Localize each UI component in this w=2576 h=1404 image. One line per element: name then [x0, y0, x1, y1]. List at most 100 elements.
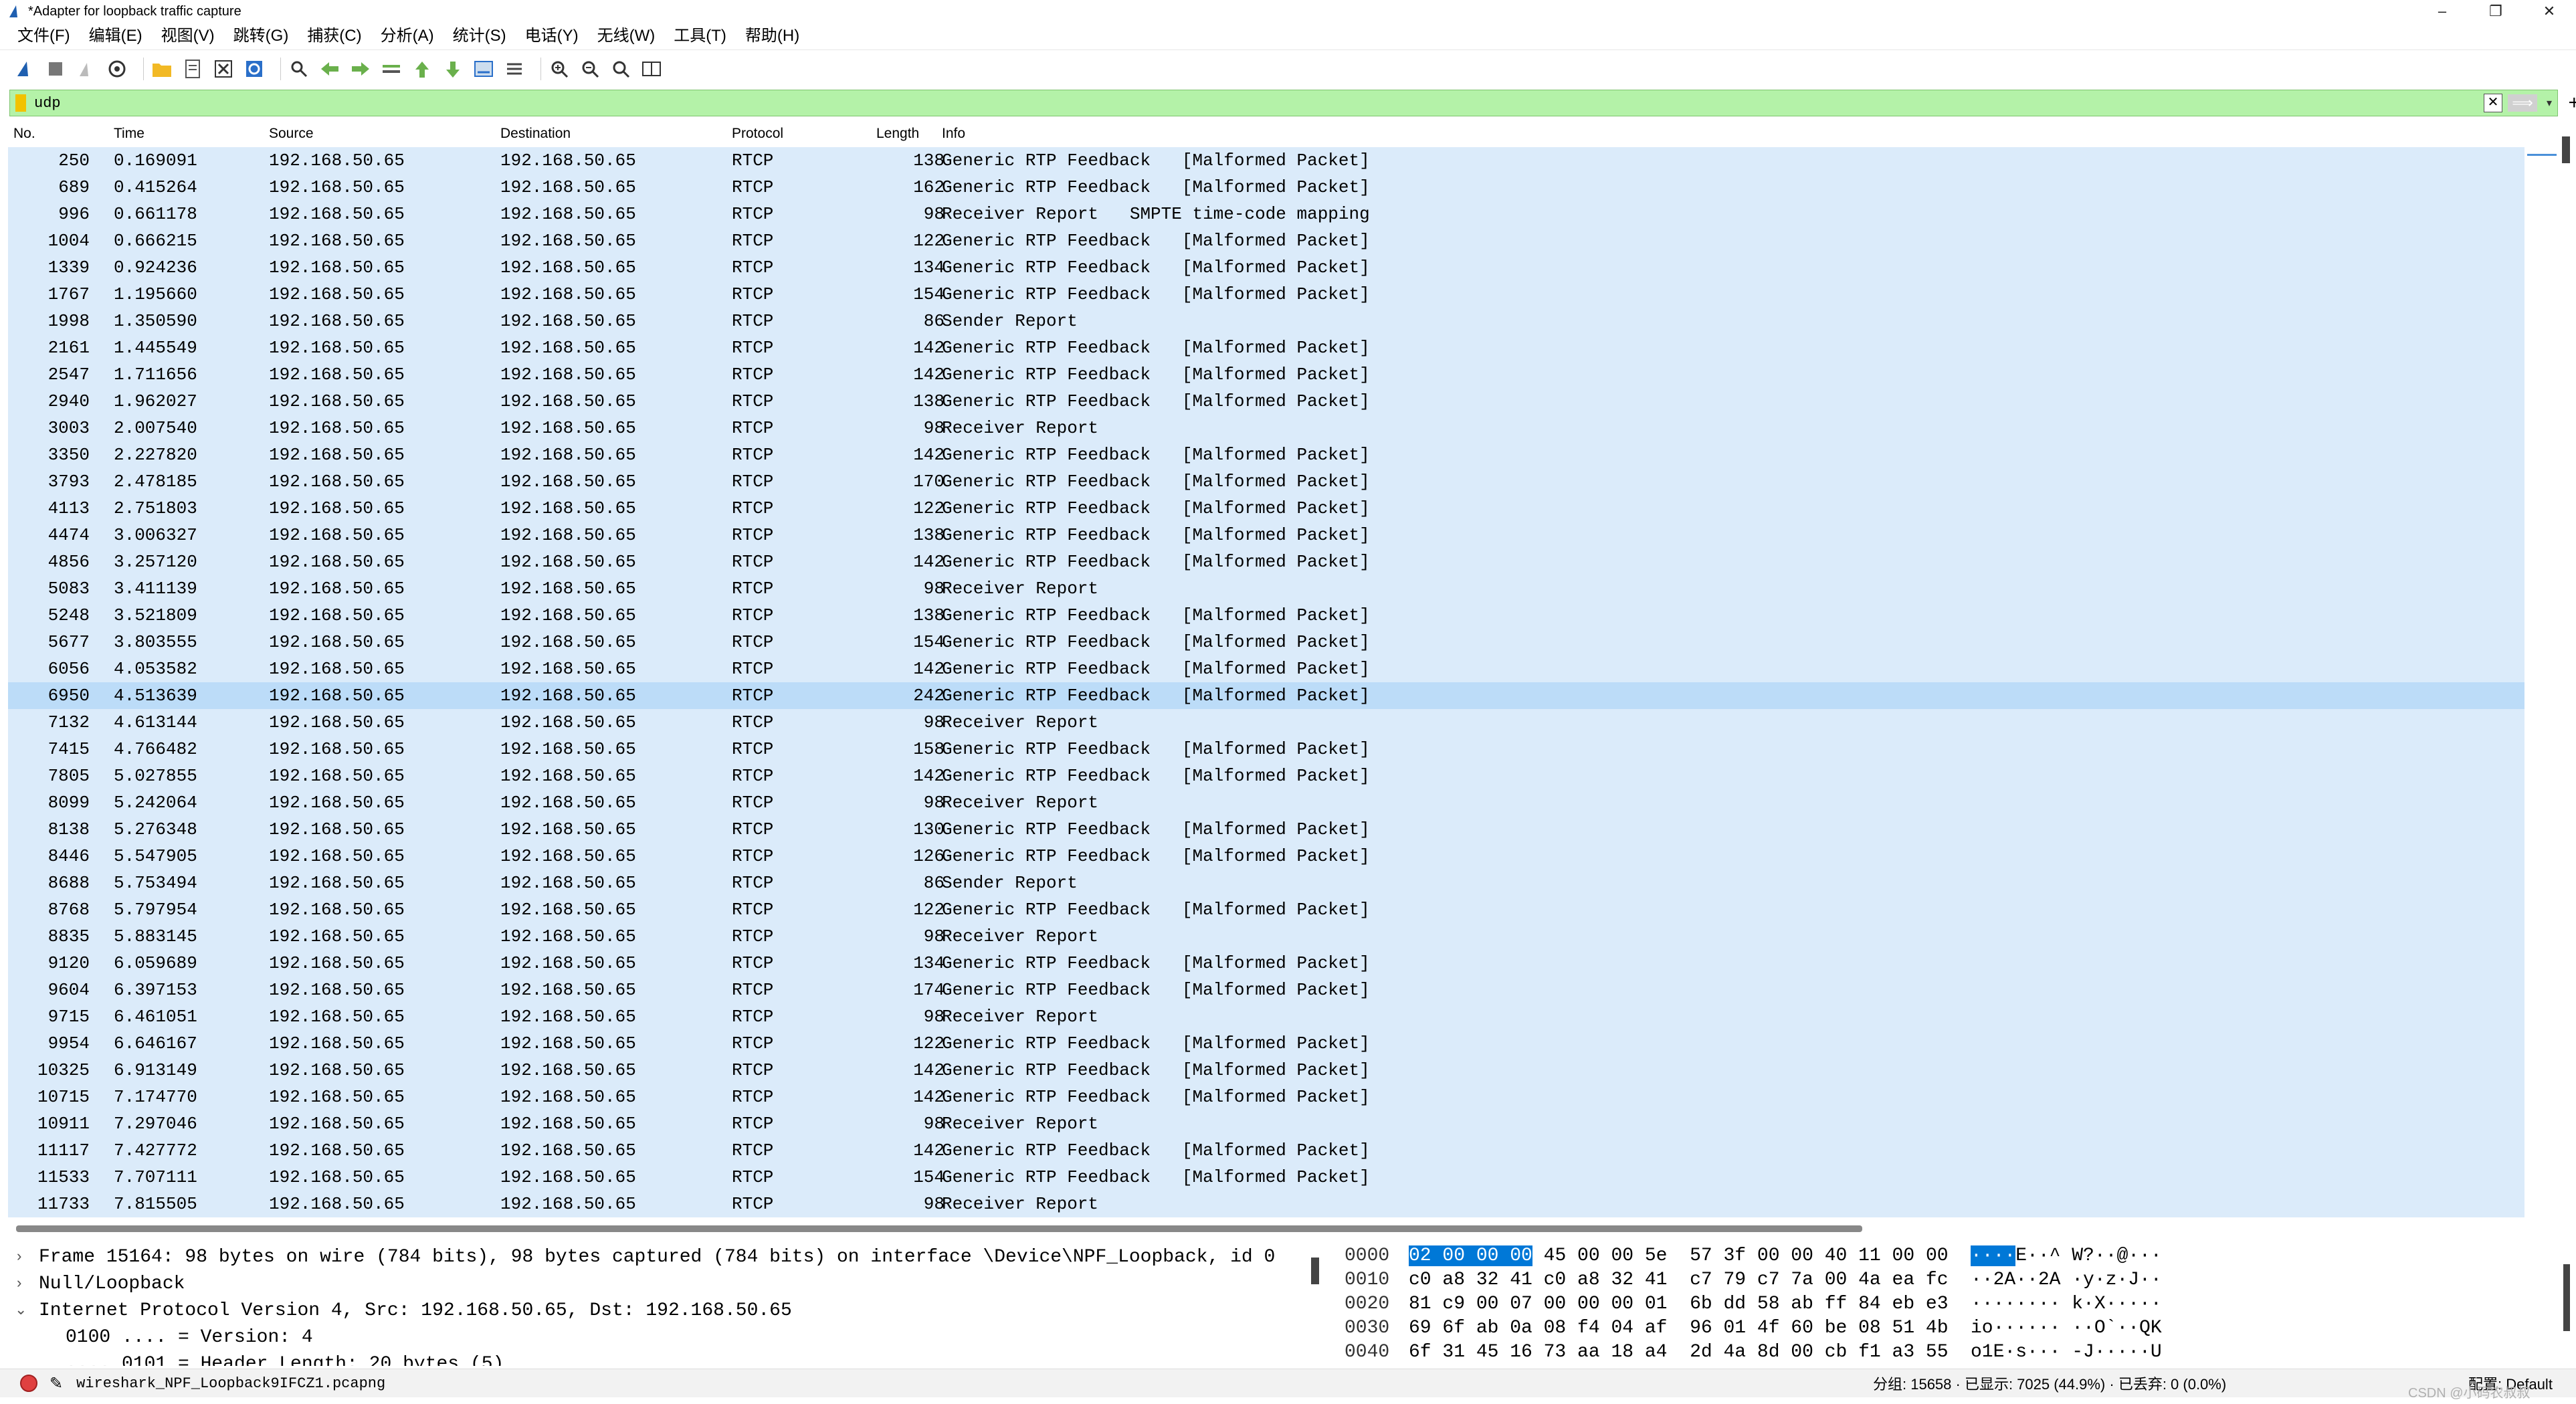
scrollbar-thumb[interactable] — [2562, 136, 2570, 163]
packet-row[interactable]: 5248 3.521809 192.168.50.65 192.168.50.65 RT… — [8, 602, 2524, 629]
go-to-packet-icon[interactable] — [380, 58, 403, 80]
packet-row[interactable]: 3003 2.007540 192.168.50.65 192.168.50.65 RT… — [8, 415, 2524, 441]
packet-row[interactable]: 7805 5.027855 192.168.50.65 192.168.50.65 RT… — [8, 763, 2524, 789]
packet-row[interactable]: 10911 7.297046 192.168.50.65 192.168.50.65 R… — [8, 1110, 2524, 1137]
expand-chevron-icon[interactable]: › — [15, 1271, 23, 1298]
go-back-icon[interactable] — [318, 58, 341, 80]
bytes-scrollbar-thumb[interactable] — [2563, 1264, 2570, 1331]
packet-row[interactable]: 689 0.415264 192.168.50.65 192.168.50.65 RTC… — [8, 174, 2524, 201]
packet-row[interactable]: 10715 7.174770 192.168.50.65 192.168.50.65 R… — [8, 1084, 2524, 1110]
packet-row[interactable]: 8688 5.753494 192.168.50.65 192.168.50.65 RT… — [8, 870, 2524, 896]
menu-file[interactable]: 文件(F) — [0, 23, 80, 49]
close-file-icon[interactable] — [212, 58, 235, 80]
packet-row[interactable]: 4474 3.006327 192.168.50.65 192.168.50.65 RT… — [8, 522, 2524, 548]
resize-columns-icon[interactable] — [640, 58, 663, 80]
packet-row[interactable]: 1004 0.666215 192.168.50.65 192.168.50.65 RT… — [8, 227, 2524, 254]
save-file-icon[interactable] — [181, 58, 204, 80]
packet-row[interactable]: 2547 1.711656 192.168.50.65 192.168.50.65 RT… — [8, 361, 2524, 388]
packet-row[interactable]: 9604 6.397153 192.168.50.65 192.168.50.65 RT… — [8, 977, 2524, 1003]
packet-row[interactable]: 4113 2.751803 192.168.50.65 192.168.50.65 RT… — [8, 495, 2524, 522]
column-header-destination[interactable]: Destination — [500, 126, 571, 142]
packet-row[interactable]: 2940 1.962027 192.168.50.65 192.168.50.65 RT… — [8, 388, 2524, 415]
detail-tree-item[interactable]: .... 0101 = Header Length: 20 bytes (5) — [8, 1351, 1319, 1366]
packet-row[interactable]: 8138 5.276348 192.168.50.65 192.168.50.65 RT… — [8, 816, 2524, 843]
packet-row[interactable]: 11733 7.815505 192.168.50.65 192.168.50.65 R… — [8, 1191, 2524, 1217]
menu-go[interactable]: 跳转(G) — [224, 23, 298, 49]
capture-comment-icon[interactable]: ✎ — [49, 1374, 63, 1393]
packet-row[interactable]: 11117 7.427772 192.168.50.65 192.168.50.65 R… — [8, 1137, 2524, 1164]
menu-help[interactable]: 帮助(H) — [736, 23, 809, 49]
details-scrollbar-thumb[interactable] — [1311, 1258, 1319, 1284]
restart-capture-icon[interactable] — [75, 58, 98, 80]
apply-filter-button[interactable]: ⟹ — [2508, 94, 2537, 112]
expand-chevron-icon[interactable]: › — [15, 1244, 23, 1271]
minimize-button[interactable]: – — [2415, 0, 2469, 23]
packet-row[interactable]: 9954 6.646167 192.168.50.65 192.168.50.65 RT… — [8, 1030, 2524, 1057]
packet-row[interactable]: 8446 5.547905 192.168.50.65 192.168.50.65 RT… — [8, 843, 2524, 870]
column-header-time[interactable]: Time — [114, 126, 144, 142]
menu-capture[interactable]: 捕获(C) — [298, 23, 371, 49]
hex-dump-row[interactable]: 0010 c0 a8 32 41 c0 a8 32 41 c7 79 c7 7a … — [1331, 1268, 2562, 1292]
menu-edit[interactable]: 编辑(E) — [80, 23, 152, 49]
open-folder-icon[interactable] — [151, 58, 173, 80]
add-filter-button[interactable]: + — [2568, 92, 2576, 114]
packet-row[interactable]: 7415 4.766482 192.168.50.65 192.168.50.65 RT… — [8, 736, 2524, 763]
menu-wireless[interactable]: 无线(W) — [588, 23, 665, 49]
close-button[interactable]: ✕ — [2522, 0, 2576, 23]
horizontal-scrollbar[interactable] — [16, 1225, 1862, 1232]
packet-row[interactable]: 9120 6.059689 192.168.50.65 192.168.50.65 RT… — [8, 950, 2524, 977]
detail-tree-item[interactable]: › Frame 15164: 98 bytes on wire (784 bits… — [8, 1244, 1319, 1271]
go-last-icon[interactable] — [441, 58, 464, 80]
packet-row[interactable]: 5677 3.803555 192.168.50.65 192.168.50.65 RT… — [8, 629, 2524, 656]
find-packet-icon[interactable] — [288, 58, 310, 80]
packet-row[interactable]: 10325 6.913149 192.168.50.65 192.168.50.65 R… — [8, 1057, 2524, 1084]
clear-filter-button[interactable]: ✕ — [2484, 94, 2502, 112]
capture-options-icon[interactable] — [106, 58, 128, 80]
menu-view[interactable]: 视图(V) — [152, 23, 224, 49]
zoom-out-icon[interactable] — [579, 58, 601, 80]
packet-row[interactable]: 8835 5.883145 192.168.50.65 192.168.50.65 RT… — [8, 923, 2524, 950]
stop-capture-icon[interactable] — [44, 58, 67, 80]
display-filter-input[interactable] — [33, 94, 2484, 112]
filter-history-dropdown[interactable]: ▾ — [2541, 96, 2557, 110]
zoom-in-icon[interactable] — [548, 58, 571, 80]
packet-row[interactable]: 3793 2.478185 192.168.50.65 192.168.50.65 RT… — [8, 468, 2524, 495]
packet-row[interactable]: 8099 5.242064 192.168.50.65 192.168.50.65 RT… — [8, 789, 2524, 816]
menu-analyze[interactable]: 分析(A) — [371, 23, 443, 49]
colorize-icon[interactable] — [503, 58, 526, 80]
packet-list-scrollbar[interactable] — [2527, 120, 2570, 1224]
packet-row[interactable]: 11533 7.707111 192.168.50.65 192.168.50.65 R… — [8, 1164, 2524, 1191]
hex-dump-row[interactable]: 0030 69 6f ab 0a 08 f4 04 af 96 01 4f 60 … — [1331, 1316, 2562, 1340]
packet-row[interactable]: 5083 3.411139 192.168.50.65 192.168.50.65 RT… — [8, 575, 2524, 602]
detail-tree-item[interactable]: › Null/Loopback — [8, 1271, 1319, 1298]
zoom-reset-icon[interactable] — [609, 58, 632, 80]
menu-tools[interactable]: 工具(T) — [664, 23, 736, 49]
column-header-length[interactable]: Length — [876, 126, 919, 142]
packet-row[interactable]: 6950 4.513639 192.168.50.65 192.168.50.65 RT… — [8, 682, 2524, 709]
packet-row[interactable]: 3350 2.227820 192.168.50.65 192.168.50.65 RT… — [8, 441, 2524, 468]
go-forward-icon[interactable] — [349, 58, 372, 80]
detail-tree-item[interactable]: 0100 .... = Version: 4 — [8, 1324, 1319, 1351]
packet-row[interactable]: 1767 1.195660 192.168.50.65 192.168.50.65 RT… — [8, 281, 2524, 308]
menu-statistics[interactable]: 统计(S) — [443, 23, 516, 49]
packet-row[interactable]: 1998 1.350590 192.168.50.65 192.168.50.65 RT… — [8, 308, 2524, 334]
packet-row[interactable]: 6056 4.053582 192.168.50.65 192.168.50.65 RT… — [8, 656, 2524, 682]
column-header-source[interactable]: Source — [269, 126, 314, 142]
bookmark-icon[interactable] — [15, 94, 26, 112]
column-header-no[interactable]: No. — [13, 126, 35, 142]
packet-row[interactable]: 2161 1.445549 192.168.50.65 192.168.50.65 RT… — [8, 334, 2524, 361]
packet-row[interactable]: 1339 0.924236 192.168.50.65 192.168.50.65 RT… — [8, 254, 2524, 281]
autoscroll-icon[interactable] — [472, 58, 495, 80]
column-header-info[interactable]: Info — [942, 126, 965, 142]
column-header-protocol[interactable]: Protocol — [732, 126, 783, 142]
packet-row[interactable]: 8768 5.797954 192.168.50.65 192.168.50.65 RT… — [8, 896, 2524, 923]
hex-dump-row[interactable]: 0020 81 c9 00 07 00 00 00 01 6b dd 58 ab … — [1331, 1292, 2562, 1316]
expand-chevron-icon[interactable]: ⌄ — [15, 1298, 27, 1324]
go-first-icon[interactable] — [411, 58, 433, 80]
maximize-button[interactable]: ❐ — [2469, 0, 2522, 23]
detail-tree-item[interactable]: ⌄ Internet Protocol Version 4, Src: 192.1… — [8, 1298, 1319, 1324]
start-capture-icon[interactable] — [13, 58, 36, 80]
packet-row[interactable]: 7132 4.613144 192.168.50.65 192.168.50.65 RT… — [8, 709, 2524, 736]
packet-row[interactable]: 4856 3.257120 192.168.50.65 192.168.50.65 RT… — [8, 548, 2524, 575]
reload-icon[interactable] — [243, 58, 266, 80]
